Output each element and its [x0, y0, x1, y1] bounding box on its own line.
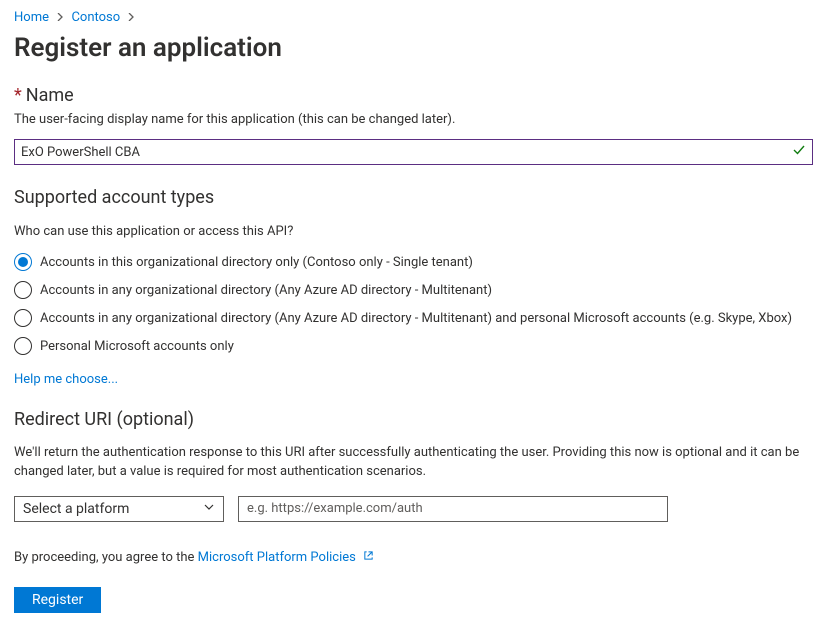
chevron-down-icon — [203, 501, 215, 517]
radio-label: Accounts in any organizational directory… — [40, 283, 492, 298]
radio-option-multitenant[interactable]: Accounts in any organizational directory… — [14, 281, 813, 299]
radio-label: Accounts in this organizational director… — [40, 255, 473, 270]
radio-icon — [14, 253, 32, 271]
breadcrumb: Home Contoso — [14, 10, 813, 25]
radio-label: Accounts in any organizational directory… — [40, 311, 792, 326]
breadcrumb-contoso[interactable]: Contoso — [71, 10, 120, 25]
radio-option-multitenant-personal[interactable]: Accounts in any organizational directory… — [14, 309, 813, 327]
checkmark-icon — [792, 143, 806, 161]
help-me-choose-link[interactable]: Help me choose... — [14, 372, 118, 387]
radio-icon — [14, 281, 32, 299]
redirect-description: We'll return the authentication response… — [14, 444, 813, 482]
page-title: Register an application — [14, 33, 813, 63]
radio-icon — [14, 337, 32, 355]
platform-select[interactable]: Select a platform — [14, 496, 224, 522]
name-input[interactable] — [21, 145, 786, 160]
external-link-icon — [363, 550, 374, 565]
radio-option-personal-only[interactable]: Personal Microsoft accounts only — [14, 337, 813, 355]
redirect-heading: Redirect URI (optional) — [14, 409, 813, 430]
agree-text: By proceeding, you agree to the Microsof… — [14, 550, 813, 565]
required-star-icon: * — [14, 85, 22, 106]
account-types-heading: Supported account types — [14, 187, 813, 208]
name-label: *Name — [14, 85, 813, 106]
account-types-radio-group: Accounts in this organizational director… — [14, 253, 813, 355]
radio-label: Personal Microsoft accounts only — [40, 339, 234, 354]
redirect-uri-input[interactable] — [238, 496, 668, 522]
name-description: The user-facing display name for this ap… — [14, 112, 813, 127]
radio-icon — [14, 309, 32, 327]
chevron-right-icon — [127, 10, 135, 25]
radio-option-single-tenant[interactable]: Accounts in this organizational director… — [14, 253, 813, 271]
platform-policies-link[interactable]: Microsoft Platform Policies — [198, 550, 356, 565]
account-types-question: Who can use this application or access t… — [14, 224, 813, 239]
breadcrumb-home[interactable]: Home — [14, 10, 49, 25]
platform-select-value: Select a platform — [23, 501, 129, 517]
name-input-wrapper[interactable] — [14, 139, 813, 165]
chevron-right-icon — [56, 10, 64, 25]
register-button[interactable]: Register — [14, 587, 101, 613]
